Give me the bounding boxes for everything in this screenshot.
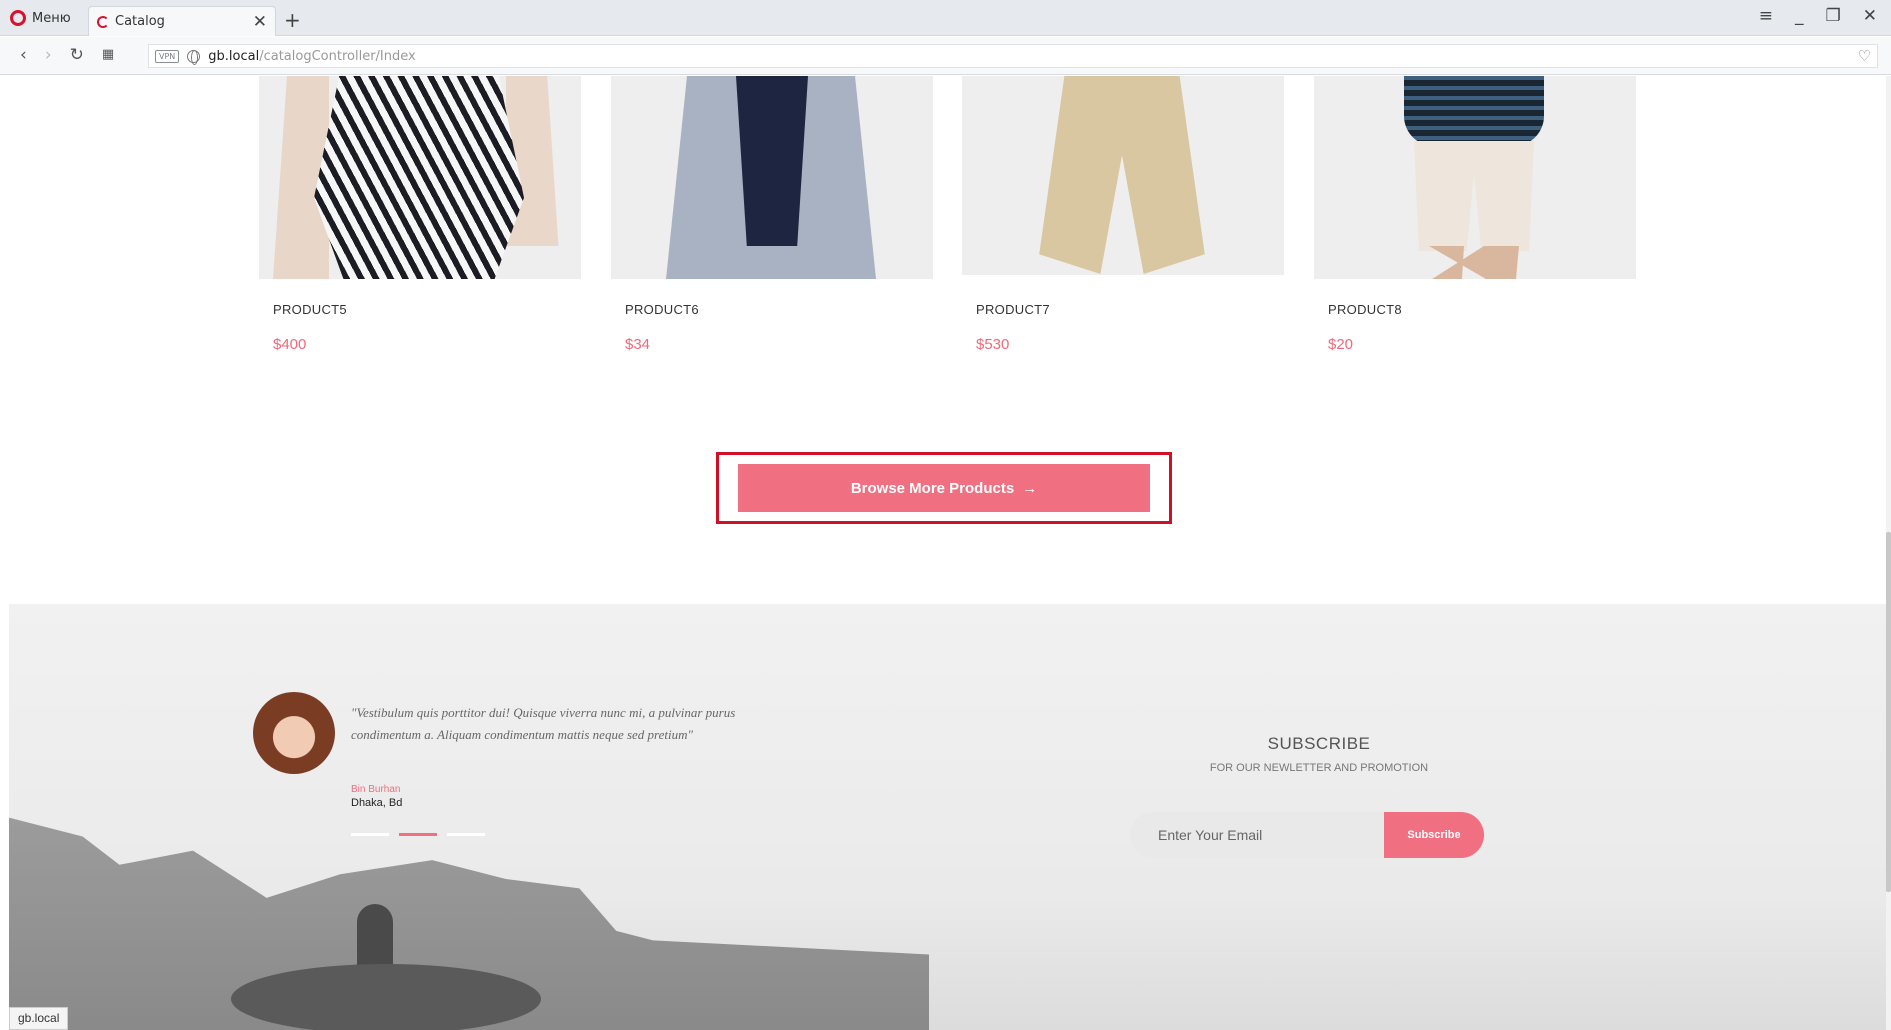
subscribe-subtitle: FOR OUR NEWLETTER AND PROMOTION xyxy=(1209,762,1429,774)
minimize-icon[interactable]: _ xyxy=(1795,6,1804,26)
address-bar: ‹ › ↻ ▦ VPN gb.local /catalogController/… xyxy=(0,37,1891,75)
page-viewport: PRODUCT5 $400 PRODUCT6 $34 PRODUCT7 $530 xyxy=(9,76,1886,1030)
pager-dot[interactable] xyxy=(447,833,485,836)
product-price: $400 xyxy=(273,336,307,353)
printed-shirt xyxy=(736,76,808,246)
plus-icon[interactable]: + xyxy=(284,8,301,32)
product-card[interactable]: PRODUCT5 $400 xyxy=(259,76,581,353)
testimonial-pager xyxy=(351,833,485,836)
heart-icon[interactable]: ♡ xyxy=(1858,47,1871,65)
tab-menu-icon[interactable]: ≡ xyxy=(1759,6,1773,26)
model-arm xyxy=(506,76,559,246)
avatar xyxy=(253,692,335,774)
opera-logo-icon xyxy=(10,10,26,26)
testimonial-author: Bin Burhan xyxy=(351,784,401,795)
product-card[interactable]: PRODUCT7 $530 xyxy=(962,76,1284,353)
browser-tabbar: Меню Catalog ✕ + ≡ _ ❐ ✕ xyxy=(0,0,1891,36)
striped-top xyxy=(314,76,524,279)
model-legs xyxy=(1429,246,1519,279)
product-image[interactable] xyxy=(259,76,581,279)
product-card[interactable]: PRODUCT8 $20 xyxy=(1314,76,1636,353)
tab-catalog[interactable]: Catalog ✕ xyxy=(88,6,276,36)
scrollbar-thumb[interactable] xyxy=(1886,532,1891,892)
product-image[interactable] xyxy=(1314,76,1636,279)
reload-icon[interactable]: ↻ xyxy=(70,45,84,65)
window-controls: ≡ _ ❐ ✕ xyxy=(1759,6,1891,26)
scrollbar[interactable] xyxy=(1886,76,1891,1030)
product-image[interactable] xyxy=(611,76,933,279)
striped-hoodie xyxy=(1404,76,1544,146)
khaki-pants xyxy=(1039,76,1205,274)
email-field[interactable] xyxy=(1130,812,1384,858)
testimonial-quote: "Vestibulum quis porttitor dui! Quisque … xyxy=(351,705,736,742)
subscribe-title: SUBSCRIBE xyxy=(1267,734,1371,753)
url-path: /catalogController/Index xyxy=(259,48,416,64)
subscribe-form: Subscribe xyxy=(1130,812,1484,858)
browse-more-products-button[interactable]: Browse More Products → xyxy=(738,464,1150,512)
product-image[interactable] xyxy=(962,76,1284,275)
subscribe-button[interactable]: Subscribe xyxy=(1384,812,1484,858)
pager-dot-active[interactable] xyxy=(399,833,437,836)
surfboard-silhouette xyxy=(231,964,541,1030)
product-price: $20 xyxy=(1328,336,1354,353)
arrow-right-icon: → xyxy=(1022,479,1038,497)
speed-dial-icon[interactable]: ▦ xyxy=(102,45,114,65)
close-icon[interactable]: ✕ xyxy=(253,12,267,32)
pager-dot[interactable] xyxy=(351,833,389,836)
browser-menu-label: Меню xyxy=(32,10,71,26)
product-title[interactable]: PRODUCT8 xyxy=(1328,302,1402,317)
browse-highlight-box: Browse More Products → xyxy=(716,452,1172,524)
nav-buttons: ‹ › ↻ ▦ xyxy=(20,45,114,65)
product-price: $530 xyxy=(976,336,1010,353)
tab-title: Catalog xyxy=(115,14,165,29)
product-title[interactable]: PRODUCT5 xyxy=(273,302,347,317)
url-field[interactable]: VPN gb.local /catalogController/Index ♡ xyxy=(148,44,1878,68)
restore-icon[interactable]: ❐ xyxy=(1826,6,1841,26)
product-price: $34 xyxy=(625,336,651,353)
tab-favicon-icon xyxy=(97,15,109,28)
product-card[interactable]: PRODUCT6 $34 xyxy=(611,76,933,353)
forward-icon[interactable]: › xyxy=(45,45,52,65)
status-bar-url: gb.local xyxy=(9,1007,69,1030)
product-title[interactable]: PRODUCT6 xyxy=(625,302,699,317)
window-close-icon[interactable]: ✕ xyxy=(1863,6,1877,26)
globe-icon[interactable] xyxy=(187,49,201,65)
vpn-badge[interactable]: VPN xyxy=(155,49,180,63)
url-host: gb.local xyxy=(208,48,260,64)
back-icon[interactable]: ‹ xyxy=(20,45,27,65)
product-grid: PRODUCT5 $400 PRODUCT6 $34 PRODUCT7 $530 xyxy=(259,76,1649,376)
product-title[interactable]: PRODUCT7 xyxy=(976,302,1050,317)
browse-more-label: Browse More Products xyxy=(850,479,1015,497)
testimonial-subscribe-section: "Vestibulum quis porttitor dui! Quisque … xyxy=(9,604,1886,1030)
testimonial-location: Dhaka, Bd xyxy=(351,797,403,809)
shorts xyxy=(1414,141,1534,251)
browser-menu-button[interactable]: Меню xyxy=(10,6,71,30)
